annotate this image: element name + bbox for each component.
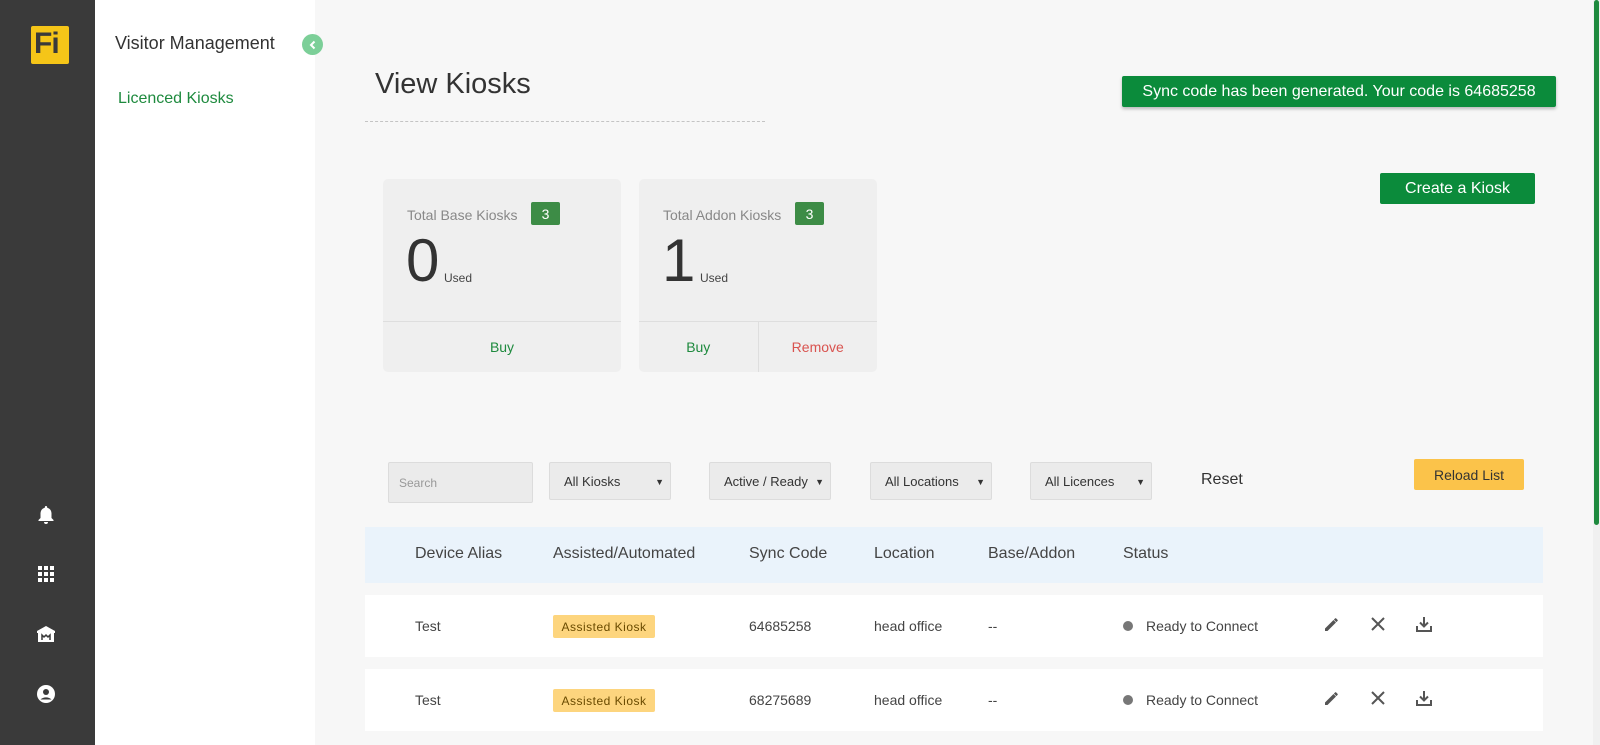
used-label: Used: [700, 271, 729, 285]
reset-button[interactable]: Reset: [1201, 471, 1243, 489]
base-addon: --: [988, 692, 998, 708]
download-icon[interactable]: [1413, 687, 1435, 709]
select-value: All Kiosks: [564, 473, 621, 489]
collapse-sidebar-button[interactable]: [302, 34, 323, 55]
caret-down-icon: ▼: [1134, 477, 1145, 487]
table-row[interactable]: Test Assisted Kiosk 68275689 head office…: [365, 669, 1543, 731]
close-icon[interactable]: [1367, 613, 1389, 635]
sidebar-title: Visitor Management: [115, 33, 275, 53]
create-kiosk-button[interactable]: Create a Kiosk: [1380, 173, 1535, 204]
caret-down-icon: ▼: [813, 477, 824, 487]
card-footer: Buy: [383, 321, 621, 372]
user-icon[interactable]: [35, 683, 57, 705]
buy-base-button[interactable]: Buy: [383, 322, 621, 372]
status-dot: [1123, 695, 1133, 705]
status-dot: [1123, 621, 1133, 631]
sidebar-item-licenced-kiosks[interactable]: Licenced Kiosks: [118, 90, 234, 108]
buy-addon-button[interactable]: Buy: [639, 322, 758, 372]
addon-kiosks-card: Total Addon Kiosks 3 1 Used Buy Remove: [639, 179, 877, 372]
used-count: 1: [662, 227, 696, 294]
sync-code: 64685258: [749, 618, 812, 634]
grid-icon[interactable]: [35, 563, 57, 585]
card-footer: Buy Remove: [639, 321, 877, 372]
kiosks-filter-select[interactable]: All Kiosks ▼: [549, 462, 671, 500]
column-header: Device Alias: [415, 545, 503, 562]
bell-icon[interactable]: [35, 504, 57, 526]
sync-code: 68275689: [749, 692, 812, 708]
table-header: Device Alias Assisted/Automated Sync Cod…: [365, 527, 1543, 583]
reload-list-button[interactable]: Reload List: [1414, 459, 1524, 490]
card-label: Total Addon Kiosks: [663, 207, 782, 223]
total-badge: 3: [531, 202, 560, 225]
base-kiosks-card: Total Base Kiosks 3 0 Used Buy: [383, 179, 621, 372]
caret-down-icon: ▼: [974, 477, 985, 487]
building-icon[interactable]: [35, 623, 57, 645]
used-count: 0: [406, 227, 440, 294]
column-header: Assisted/Automated: [553, 545, 696, 562]
table-row[interactable]: Test Assisted Kiosk 64685258 head office…: [365, 595, 1543, 657]
close-icon[interactable]: [1367, 687, 1389, 709]
location: head office: [874, 692, 943, 708]
caret-down-icon: ▼: [653, 477, 664, 487]
remove-addon-button[interactable]: Remove: [757, 322, 878, 372]
select-value: Active / Ready: [724, 473, 808, 489]
status-text: Ready to Connect: [1146, 692, 1259, 708]
download-icon[interactable]: [1413, 613, 1435, 635]
column-header: Status: [1123, 545, 1169, 562]
chevron-left-icon: [309, 40, 315, 49]
licences-filter-select[interactable]: All Licences ▼: [1030, 462, 1152, 500]
card-label: Total Base Kiosks: [407, 207, 518, 223]
total-badge: 3: [795, 202, 824, 225]
logo-text: Fi: [34, 27, 60, 60]
edit-icon[interactable]: [1321, 687, 1343, 709]
select-value: All Locations: [885, 473, 959, 489]
left-nav-rail: Fi: [0, 0, 95, 745]
scrollbar-thumb[interactable]: [1594, 0, 1599, 525]
title-divider: [365, 121, 765, 122]
used-label: Used: [444, 271, 473, 285]
base-addon: --: [988, 618, 998, 634]
locations-filter-select[interactable]: All Locations ▼: [870, 462, 992, 500]
sidebar: Visitor Management Licenced Kiosks: [95, 0, 315, 745]
fi-logo[interactable]: Fi: [31, 26, 69, 64]
column-header: Sync Code: [749, 545, 828, 562]
device-alias: Test: [415, 692, 441, 708]
type-tag: Assisted Kiosk: [553, 615, 655, 638]
column-header: Base/Addon: [988, 545, 1076, 562]
sync-code-toast: Sync code has been generated. Your code …: [1122, 76, 1556, 107]
location: head office: [874, 618, 943, 634]
search-input[interactable]: [388, 462, 533, 503]
select-value: All Licences: [1045, 473, 1115, 489]
type-tag: Assisted Kiosk: [553, 689, 655, 712]
column-header: Location: [874, 545, 935, 562]
device-alias: Test: [415, 618, 441, 634]
page-title: View Kiosks: [375, 68, 531, 100]
edit-icon[interactable]: [1321, 613, 1343, 635]
status-filter-select[interactable]: Active / Ready ▼: [709, 462, 831, 500]
status-text: Ready to Connect: [1146, 618, 1259, 634]
